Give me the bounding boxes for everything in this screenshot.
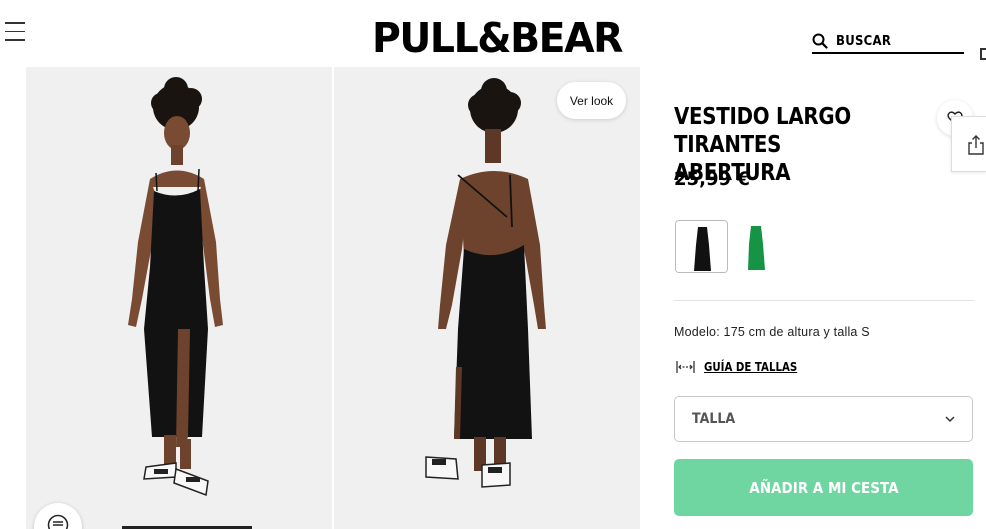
hamburger-menu-icon[interactable] <box>5 22 27 42</box>
ruler-icon <box>676 361 695 373</box>
search-input[interactable]: BUSCAR <box>812 30 964 54</box>
search-icon <box>812 33 828 49</box>
search-label: BUSCAR <box>836 33 892 49</box>
green-dress-thumbnail <box>735 220 788 273</box>
share-icon <box>968 135 984 155</box>
color-swatch-black[interactable] <box>675 220 728 273</box>
divider <box>674 300 974 301</box>
size-guide-link[interactable]: GUÍA DE TALLAS <box>676 360 814 374</box>
list-icon <box>47 514 69 529</box>
size-select-label: TALLA <box>692 411 736 427</box>
size-guide-label: GUÍA DE TALLAS <box>704 360 798 374</box>
ver-look-button[interactable]: Ver look <box>557 82 626 119</box>
color-swatch-green[interactable] <box>735 220 788 273</box>
model-info: Modelo: 175 cm de altura y talla S <box>674 325 870 339</box>
black-dress-thumbnail <box>676 221 727 272</box>
model-back-illustration <box>334 67 640 529</box>
brand-logo[interactable]: PULL&BEAR <box>372 18 623 59</box>
product-price: 25,99 € <box>674 168 750 190</box>
size-select[interactable]: TALLA <box>674 396 973 442</box>
product-photo-back[interactable] <box>334 67 640 529</box>
model-front-illustration <box>26 67 332 529</box>
chevron-down-icon <box>945 416 955 423</box>
add-to-cart-button[interactable]: AÑADIR A MI CESTA <box>674 459 973 516</box>
product-photo-front[interactable] <box>26 67 332 529</box>
add-to-cart-label: AÑADIR A MI CESTA <box>748 478 899 497</box>
share-button[interactable] <box>951 116 986 172</box>
bag-icon[interactable] <box>980 48 986 60</box>
